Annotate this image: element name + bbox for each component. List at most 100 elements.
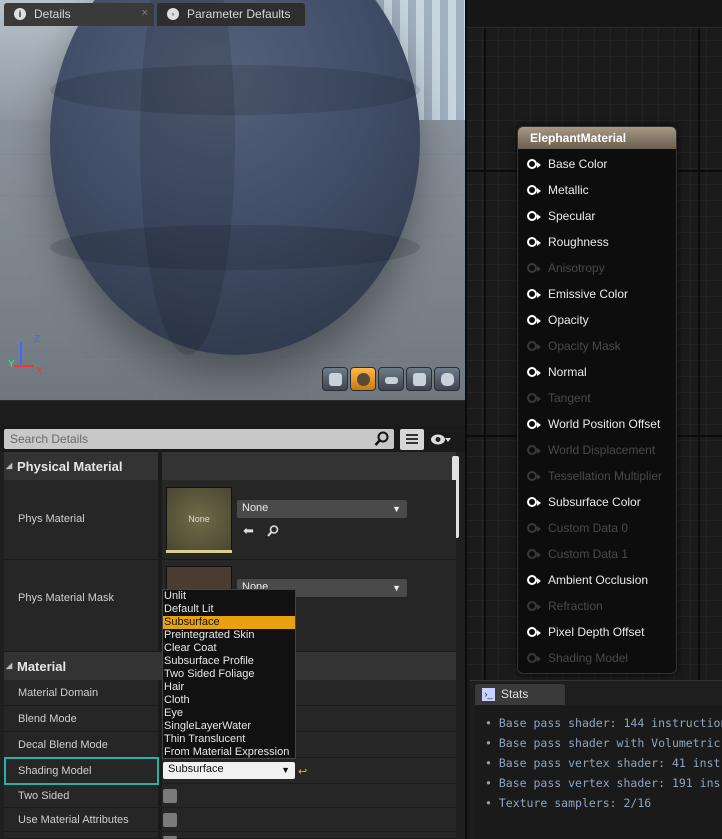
property-label: Blend Mode xyxy=(18,713,77,725)
cube-preview-button[interactable] xyxy=(406,367,432,391)
node-pin-label: Custom Data 1 xyxy=(548,547,629,561)
axis-x-label: X xyxy=(36,366,43,377)
axis-z-label: Z xyxy=(34,334,41,345)
node-pin-label: Opacity Mask xyxy=(548,339,621,353)
collapse-arrow-icon: ◢ xyxy=(6,461,13,470)
category-physical-material[interactable]: ◢ Physical Material xyxy=(4,452,456,480)
node-input-pin[interactable] xyxy=(527,236,541,249)
dropdown-option[interactable]: Clear Coat xyxy=(163,642,295,655)
dropdown-option[interactable]: SingleLayerWater xyxy=(163,720,295,733)
material-preview-viewport[interactable]: Z X Y xyxy=(0,0,465,400)
graph-grid-line xyxy=(484,28,486,680)
view-options-button[interactable] xyxy=(400,429,424,450)
sphere-icon xyxy=(357,373,370,386)
node-input-pin[interactable] xyxy=(527,314,541,327)
category-label: Material xyxy=(17,659,67,674)
reset-to-default-icon[interactable]: ↩ xyxy=(298,765,310,778)
thumbnail-color-bar xyxy=(166,550,232,553)
stats-line: • Base pass vertex shader: 191 ins xyxy=(485,776,721,790)
node-pin-label: World Position Offset xyxy=(548,417,661,431)
node-input-pin[interactable] xyxy=(527,418,541,431)
use-selected-arrow-icon[interactable]: ⬅ xyxy=(243,524,257,538)
dropdown-option[interactable]: From Material Expression xyxy=(163,746,295,759)
next-row xyxy=(4,832,456,839)
dropdown-option-selected[interactable]: Subsurface xyxy=(163,616,295,629)
material-result-node[interactable] xyxy=(517,126,677,674)
node-input-pin[interactable] xyxy=(527,496,541,509)
dropdown-option[interactable]: Cloth xyxy=(163,694,295,707)
two-sided-checkbox[interactable] xyxy=(163,789,177,803)
close-icon[interactable]: × xyxy=(142,7,148,19)
node-input-pin[interactable] xyxy=(527,184,541,197)
plane-icon xyxy=(385,377,398,384)
combo-value: Subsurface xyxy=(168,763,224,775)
dropdown-option[interactable]: Unlit xyxy=(163,590,295,603)
dropdown-option[interactable]: Eye xyxy=(163,707,295,720)
two-sided-row: Two Sided xyxy=(4,784,456,808)
node-input-pin[interactable] xyxy=(527,444,541,457)
dropdown-option[interactable]: Two Sided Foliage xyxy=(163,668,295,681)
node-input-pin[interactable] xyxy=(527,288,541,301)
dropdown-option[interactable]: Thin Translucent xyxy=(163,733,295,746)
dropdown-option[interactable]: Preintegrated Skin xyxy=(163,629,295,642)
node-title[interactable]: ElephantMaterial xyxy=(518,127,676,149)
node-pin-label: Subsurface Color xyxy=(548,495,641,509)
eye-icon[interactable] xyxy=(430,433,452,446)
node-pin-label: Emissive Color xyxy=(548,287,629,301)
teapot-preview-button[interactable] xyxy=(434,367,460,391)
cylinder-preview-button[interactable] xyxy=(322,367,348,391)
property-label: Use Material Attributes xyxy=(18,814,129,826)
node-pin-label: Tangent xyxy=(548,391,591,405)
browse-search-icon[interactable] xyxy=(266,524,280,538)
sphere-preview-button[interactable] xyxy=(350,367,376,391)
graph-grid-line xyxy=(698,28,700,680)
search-icon[interactable] xyxy=(374,431,390,447)
node-input-pin[interactable] xyxy=(527,574,541,587)
tab-parameter-defaults[interactable]: ◦ Parameter Defaults xyxy=(157,3,305,26)
stats-line: • Texture samplers: 2/16 xyxy=(485,796,652,810)
use-material-attributes-checkbox[interactable] xyxy=(163,813,177,827)
axis-z-line xyxy=(20,342,22,366)
shading-model-combo[interactable]: Subsurface ▼ xyxy=(163,762,295,779)
node-input-pin[interactable] xyxy=(527,626,541,639)
phys-material-thumbnail[interactable]: None xyxy=(166,487,232,551)
thumbnail-text: None xyxy=(188,514,210,524)
tab-label: Details xyxy=(34,7,71,21)
use-material-attributes-row: Use Material Attributes xyxy=(4,808,456,832)
node-pin-label: Roughness xyxy=(548,235,609,249)
node-pin-label: Anisotropy xyxy=(548,261,605,275)
node-pin-label: Tessellation Multiplier xyxy=(548,469,663,483)
plane-preview-button[interactable] xyxy=(378,367,404,391)
stats-line: • Base pass shader with Volumetric xyxy=(485,736,721,750)
node-input-pin[interactable] xyxy=(527,548,541,561)
property-label: Material Domain xyxy=(18,687,99,699)
shading-model-dropdown[interactable]: Unlit Default Lit Subsurface Preintegrat… xyxy=(162,589,296,759)
node-input-pin[interactable] xyxy=(527,262,541,275)
node-pin-label: Pixel Depth Offset xyxy=(548,625,645,639)
node-input-pin[interactable] xyxy=(527,392,541,405)
property-label: Decal Blend Mode xyxy=(18,739,108,751)
node-input-pin[interactable] xyxy=(527,652,541,665)
node-input-pin[interactable] xyxy=(527,522,541,535)
tab-details[interactable]: i Details × xyxy=(4,3,154,26)
phys-material-combo[interactable]: None ▼ xyxy=(237,500,407,518)
node-pin-label: Refraction xyxy=(548,599,603,613)
dropdown-option[interactable]: Hair xyxy=(163,681,295,694)
node-pin-label: Normal xyxy=(548,365,587,379)
property-label: Phys Material xyxy=(18,513,85,525)
phys-material-mask-thumbnail[interactable] xyxy=(166,566,232,590)
node-input-pin[interactable] xyxy=(527,158,541,171)
node-input-pin[interactable] xyxy=(527,340,541,353)
category-label: Physical Material xyxy=(17,459,123,474)
node-pin-label: Base Color xyxy=(548,157,608,171)
node-input-pin[interactable] xyxy=(527,600,541,613)
bullet-icon: • xyxy=(485,796,499,810)
dropdown-option[interactable]: Default Lit xyxy=(163,603,295,616)
node-input-pin[interactable] xyxy=(527,210,541,223)
dropdown-option[interactable]: Subsurface Profile xyxy=(163,655,295,668)
search-input[interactable]: Search Details xyxy=(4,429,394,449)
node-input-pin[interactable] xyxy=(527,470,541,483)
shading-model-highlight xyxy=(4,757,159,785)
bullet-icon: • xyxy=(485,756,499,770)
node-input-pin[interactable] xyxy=(527,366,541,379)
